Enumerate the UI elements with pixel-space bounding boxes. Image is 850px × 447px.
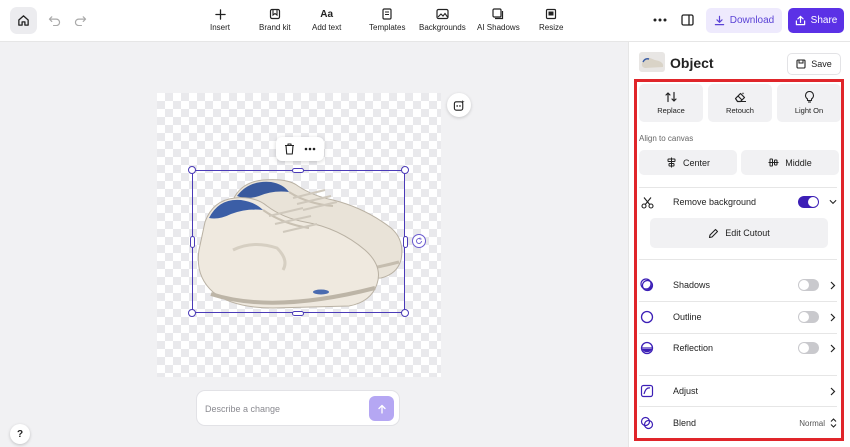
download-label: Download — [729, 15, 775, 26]
undo-button[interactable] — [47, 13, 61, 27]
tool-backgrounds-label: Backgrounds — [419, 23, 466, 32]
rotate-icon — [416, 237, 422, 244]
resize-handle-left[interactable] — [190, 236, 195, 248]
rotate-handle[interactable] — [412, 234, 426, 248]
panel-toggle-button[interactable] — [679, 12, 695, 28]
text-icon: Aa — [320, 8, 334, 20]
resize-handle-bottom-right[interactable] — [401, 309, 409, 317]
object-thumbnail — [639, 52, 665, 72]
sidebar-layout-icon — [680, 14, 694, 26]
highlight-frame — [634, 79, 844, 441]
plus-icon — [214, 7, 226, 21]
download-icon — [714, 15, 724, 26]
tool-resize[interactable]: Resize — [539, 7, 563, 32]
download-button[interactable]: Download — [706, 8, 782, 33]
resize-handle-top[interactable] — [292, 168, 304, 173]
selection-box[interactable] — [192, 170, 405, 313]
home-button[interactable] — [10, 7, 37, 34]
brand-kit-icon — [269, 7, 281, 21]
trash-icon — [285, 143, 295, 155]
panel-header: Object Save — [629, 42, 850, 82]
resize-handle-bottom-left[interactable] — [188, 309, 196, 317]
tool-ai-shadows-label: AI Shadows — [477, 23, 520, 32]
home-icon — [18, 15, 29, 26]
resize-icon — [545, 7, 557, 21]
share-button[interactable]: Share — [788, 8, 844, 33]
object-more-button[interactable] — [304, 147, 316, 151]
save-icon — [796, 59, 806, 69]
save-button[interactable]: Save — [787, 53, 841, 75]
top-toolbar: Insert Brand kit Aa Add text Templates B… — [0, 0, 850, 42]
tool-ai-shadows[interactable]: AI Shadows — [477, 7, 520, 32]
templates-icon — [381, 7, 393, 21]
tool-templates-label: Templates — [369, 23, 406, 32]
tool-insert[interactable]: Insert — [210, 7, 230, 32]
save-label: Save — [811, 59, 832, 69]
more-dots-icon — [653, 18, 667, 22]
tool-add-text-label: Add text — [312, 23, 342, 32]
more-options-button[interactable] — [651, 12, 669, 28]
share-label: Share — [810, 15, 838, 26]
ai-edit-button[interactable] — [447, 93, 471, 117]
panel-title: Object — [670, 55, 714, 71]
more-dots-icon — [304, 147, 316, 151]
object-properties-panel: Object Save Replace Retouch Light On Ali… — [628, 42, 850, 447]
app-root: Insert Brand kit Aa Add text Templates B… — [0, 0, 850, 447]
resize-handle-right[interactable] — [403, 236, 408, 248]
object-floating-toolbar — [276, 137, 324, 161]
shadows-icon — [492, 7, 504, 21]
ai-prompt-bar — [196, 390, 400, 426]
redo-icon — [74, 15, 86, 26]
tool-backgrounds[interactable]: Backgrounds — [419, 7, 466, 32]
magic-edit-icon — [453, 99, 465, 111]
resize-handle-bottom[interactable] — [292, 311, 304, 316]
help-button[interactable]: ? — [10, 424, 30, 444]
send-prompt-button[interactable] — [369, 396, 394, 421]
delete-button[interactable] — [284, 143, 295, 155]
tool-brand-kit-label: Brand kit — [259, 23, 291, 32]
tool-brand-kit[interactable]: Brand kit — [259, 7, 291, 32]
tool-templates[interactable]: Templates — [369, 7, 405, 32]
arrow-up-icon — [377, 404, 386, 414]
resize-handle-top-right[interactable] — [401, 166, 409, 174]
resize-handle-top-left[interactable] — [188, 166, 196, 174]
describe-change-input[interactable] — [205, 400, 365, 418]
tool-insert-label: Insert — [210, 23, 231, 32]
backgrounds-icon — [436, 7, 449, 21]
share-icon — [795, 15, 805, 26]
redo-button[interactable] — [73, 13, 87, 27]
tool-resize-label: Resize — [539, 23, 564, 32]
tool-add-text[interactable]: Aa Add text — [312, 7, 342, 33]
canvas-workspace: ? — [0, 42, 628, 447]
undo-icon — [48, 15, 60, 26]
